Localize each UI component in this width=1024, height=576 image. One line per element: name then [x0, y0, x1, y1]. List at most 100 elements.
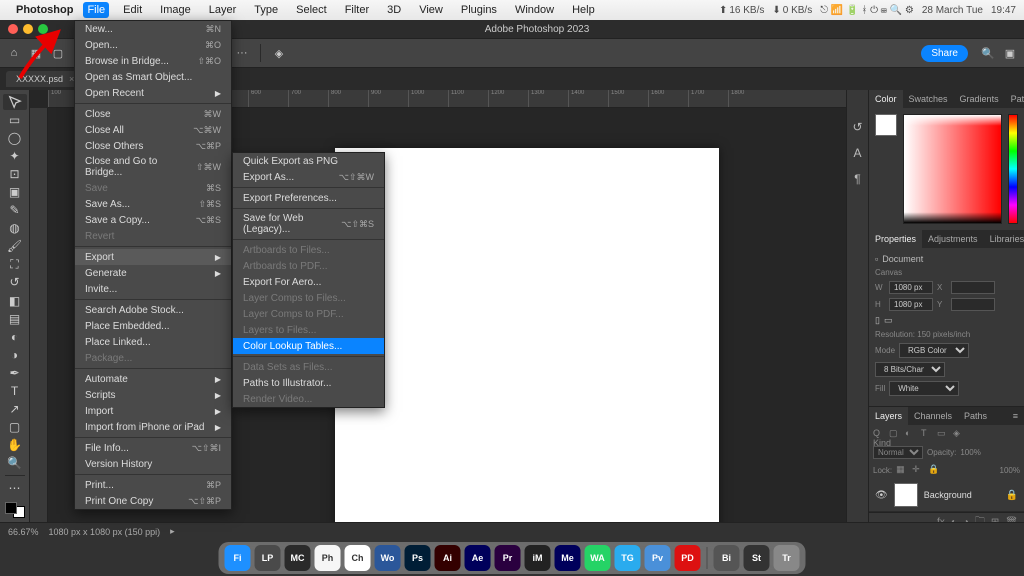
history-icon[interactable]: ↺	[852, 120, 862, 134]
menubar-time[interactable]: 19:47	[991, 5, 1016, 16]
dock-app[interactable]: LP	[255, 545, 281, 571]
file-menu-item[interactable]: Browse in Bridge...⇧⌘O	[75, 53, 231, 69]
dock-app[interactable]: MC	[285, 545, 311, 571]
character-icon[interactable]: A	[853, 146, 861, 160]
file-menu-item[interactable]: Generate▶	[75, 265, 231, 281]
mode-select[interactable]: RGB Color	[899, 343, 969, 358]
dock-app[interactable]: Ps	[405, 545, 431, 571]
dock-app[interactable]: Ai	[435, 545, 461, 571]
export-menu-item[interactable]: Export For Aero...	[233, 274, 384, 290]
export-menu-item[interactable]: Paths to Illustrator...	[233, 375, 384, 391]
height-input[interactable]	[889, 298, 933, 311]
delete-icon[interactable]: 🗑	[1005, 517, 1018, 522]
menu-edit[interactable]: Edit	[119, 2, 146, 18]
file-menu-item[interactable]: Open Recent▶	[75, 85, 231, 101]
file-menu-item[interactable]: Close All⌥⌘W	[75, 122, 231, 138]
file-menu-item[interactable]: Invite...	[75, 281, 231, 297]
orient-portrait-icon[interactable]: ▯	[875, 315, 880, 326]
menu-help[interactable]: Help	[568, 2, 599, 18]
fg-bg-colors[interactable]	[5, 502, 25, 518]
lasso-tool[interactable]: ◯	[3, 130, 27, 146]
document-dimensions[interactable]: 1080 px x 1080 px (150 ppi)	[49, 527, 161, 537]
file-menu-item[interactable]: New...⌘N	[75, 21, 231, 37]
filter-adjust-icon[interactable]: ◐	[905, 428, 917, 440]
orient-landscape-icon[interactable]: ▭	[884, 315, 893, 326]
status-icons[interactable]: ⎋ 📶 🔋 ᚼ ⏻ ⌨ 🔍 ⚙	[820, 5, 914, 16]
dock-app[interactable]: Pr	[495, 545, 521, 571]
lock-position-icon[interactable]: ✛	[912, 464, 924, 476]
file-menu-item[interactable]: Import from iPhone or iPad▶	[75, 419, 231, 435]
dock-app[interactable]: Fi	[225, 545, 251, 571]
fg-swatch[interactable]	[875, 114, 897, 136]
adjustment-icon[interactable]: ◑	[963, 517, 969, 522]
lock-icon[interactable]: 🔒	[1006, 490, 1018, 501]
wand-tool[interactable]: ✦	[3, 148, 27, 164]
visibility-icon[interactable]: 👁	[875, 490, 888, 501]
y-input[interactable]	[951, 298, 995, 311]
canvas[interactable]	[335, 148, 719, 522]
3d-icon[interactable]: ◈	[271, 45, 287, 61]
menu-view[interactable]: View	[415, 2, 447, 18]
filter-shape-icon[interactable]: ▭	[937, 428, 949, 440]
filter-pixel-icon[interactable]: ▢	[889, 428, 901, 440]
dock-app[interactable]: PD	[675, 545, 701, 571]
tab-properties[interactable]: Properties	[869, 230, 922, 248]
export-menu-item[interactable]: Export As...⌥⇧⌘W	[233, 169, 384, 185]
blend-mode-select[interactable]: Normal	[873, 446, 923, 459]
gradient-tool[interactable]: ▤	[3, 311, 27, 327]
filter-smart-icon[interactable]: ◈	[953, 428, 965, 440]
lock-pixels-icon[interactable]: ▦	[896, 464, 908, 476]
menu-window[interactable]: Window	[511, 2, 558, 18]
search-icon[interactable]: 🔍	[980, 45, 996, 61]
filter-type-icon[interactable]: T	[921, 428, 933, 440]
fill-opacity[interactable]: 100%	[1000, 466, 1020, 475]
file-menu-item[interactable]: Print One Copy⌥⇧⌘P	[75, 493, 231, 509]
dock-app[interactable]: iM	[525, 545, 551, 571]
history-brush-tool[interactable]: ↺	[3, 274, 27, 290]
file-menu-item[interactable]: File Info...⌥⇧⌘I	[75, 440, 231, 456]
file-menu-item[interactable]: Place Embedded...	[75, 318, 231, 334]
menu-type[interactable]: Type	[250, 2, 282, 18]
dock-app[interactable]: Ch	[345, 545, 371, 571]
file-menu-item[interactable]: Open as Smart Object...	[75, 69, 231, 85]
dock-app[interactable]: Me	[555, 545, 581, 571]
menu-select[interactable]: Select	[292, 2, 331, 18]
frame-tool[interactable]: ▣	[3, 184, 27, 200]
dock-app[interactable]: St	[744, 545, 770, 571]
file-menu-item[interactable]: Close⌘W	[75, 106, 231, 122]
move-tool[interactable]	[3, 94, 27, 110]
dock-app[interactable]: Ph	[315, 545, 341, 571]
more-icon[interactable]: ···	[234, 45, 250, 61]
tab-channels[interactable]: Channels	[908, 407, 958, 425]
zoom-tool[interactable]: 🔍	[3, 455, 27, 471]
menu-file[interactable]: File	[83, 2, 109, 18]
menu-filter[interactable]: Filter	[341, 2, 373, 18]
width-input[interactable]	[889, 281, 933, 294]
file-menu-item[interactable]: Place Linked...	[75, 334, 231, 350]
pen-tool[interactable]: ✒	[3, 365, 27, 381]
path-tool[interactable]: ↗	[3, 401, 27, 417]
dock-app[interactable]: Wo	[375, 545, 401, 571]
x-input[interactable]	[951, 281, 995, 294]
marquee-tool[interactable]: ▭	[3, 112, 27, 128]
export-menu-item[interactable]: Save for Web (Legacy)...⌥⇧⌘S	[233, 211, 384, 237]
fill-select[interactable]: White	[889, 381, 959, 396]
tab-paths[interactable]: Paths	[958, 407, 993, 425]
stamp-tool[interactable]: ⛶	[3, 256, 27, 272]
file-menu-item[interactable]: Close and Go to Bridge...⇧⌘W	[75, 154, 231, 180]
color-picker[interactable]	[903, 114, 1002, 224]
tab-adjustments[interactable]: Adjustments	[922, 230, 984, 248]
new-layer-icon[interactable]: ⊞	[991, 517, 999, 522]
type-tool[interactable]: T	[3, 383, 27, 399]
share-button[interactable]: Share	[921, 45, 968, 62]
tab-libraries[interactable]: Libraries	[984, 230, 1024, 248]
file-menu-item[interactable]: Search Adobe Stock...	[75, 302, 231, 318]
home-icon[interactable]: ⌂	[6, 45, 22, 61]
artboard-icon[interactable]: ▢	[50, 45, 66, 61]
depth-select[interactable]: 8 Bits/Channel	[875, 362, 945, 377]
export-menu-item[interactable]: Color Lookup Tables...	[233, 338, 384, 354]
file-menu-item[interactable]: Save a Copy...⌥⌘S	[75, 212, 231, 228]
dock-app[interactable]: Bi	[714, 545, 740, 571]
menubar-app-name[interactable]: Photoshop	[16, 4, 73, 16]
dock-app[interactable]: Ae	[465, 545, 491, 571]
